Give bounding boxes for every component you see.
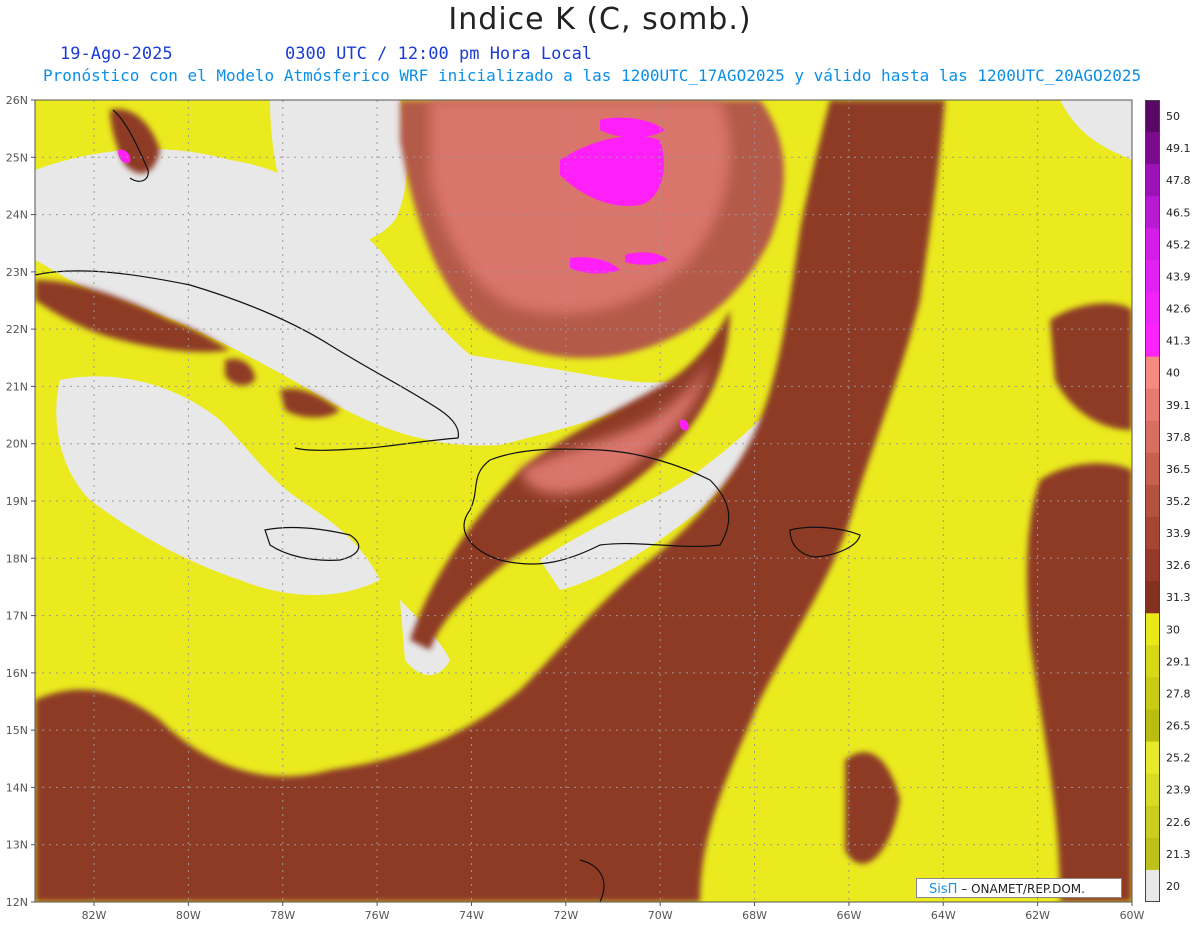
lon-tick-label: 68W xyxy=(742,909,767,922)
colorbar-swatch xyxy=(1145,484,1159,518)
colorbar-swatch xyxy=(1145,869,1159,903)
colorbar-swatch xyxy=(1145,805,1159,839)
map-field xyxy=(35,100,1132,902)
colorbar-swatch xyxy=(1145,677,1159,711)
lon-tick-label: 78W xyxy=(270,909,295,922)
lat-tick-label: 19N xyxy=(6,495,28,508)
credit-box: SisΠ – ONAMET/REP.DOM. xyxy=(916,878,1122,898)
colorbar-swatch xyxy=(1145,645,1159,678)
colorbar-label: 27.8 xyxy=(1166,687,1191,700)
colorbar-swatch xyxy=(1145,388,1159,422)
lon-tick-label: 64W xyxy=(931,909,956,922)
k-index-map: 26N 25N 24N 23N 22N 21N 20N 19N 18N 17N 16N 15N 14N 1… xyxy=(6,94,1145,922)
lon-tick-label: 76W xyxy=(365,909,390,922)
colorbar-label: 32.6 xyxy=(1166,559,1191,572)
colorbar-label: 37.8 xyxy=(1166,431,1191,444)
colorbar-label: 21.3 xyxy=(1166,848,1191,861)
lat-tick-label: 16N xyxy=(6,667,28,680)
colorbar: 50 49.1 47.8 46.5 45.2 43.9 42.6 41.3 40 39.1 37.8… xyxy=(1145,100,1200,903)
lat-tick-label: 23N xyxy=(6,266,28,279)
lon-tick-label: 66W xyxy=(836,909,861,922)
longitude-labels: 82W 80W 78W 76W 74W 72W 70W 68W 66W 64W 62W 60W xyxy=(82,902,1145,922)
colorbar-label: 41.3 xyxy=(1166,335,1191,348)
colorbar-swatch xyxy=(1145,132,1159,165)
colorbar-swatch xyxy=(1145,741,1159,775)
lon-tick-label: 70W xyxy=(648,909,673,922)
colorbar-label: 23.9 xyxy=(1166,784,1191,797)
colorbar-swatch xyxy=(1145,228,1159,261)
colorbar-label: 31.3 xyxy=(1166,591,1191,604)
lon-tick-label: 60W xyxy=(1120,909,1145,922)
colorbar-swatch xyxy=(1145,613,1159,646)
lat-tick-label: 13N xyxy=(6,839,28,852)
colorbar-swatch xyxy=(1145,837,1159,871)
lat-tick-label: 21N xyxy=(6,380,28,393)
colorbar-label: 49.1 xyxy=(1166,142,1191,155)
lat-tick-label: 20N xyxy=(6,438,28,451)
colorbar-swatch xyxy=(1145,260,1159,293)
colorbar-label: 42.6 xyxy=(1166,303,1191,316)
colorbar-swatch xyxy=(1145,100,1159,133)
lon-tick-label: 80W xyxy=(176,909,201,922)
lat-tick-label: 18N xyxy=(6,552,28,565)
colorbar-swatch xyxy=(1145,773,1159,807)
colorbar-label: 25.2 xyxy=(1166,752,1191,765)
colorbar-swatch xyxy=(1145,452,1159,486)
colorbar-label: 35.2 xyxy=(1166,495,1191,508)
lat-tick-label: 24N xyxy=(6,209,28,222)
lon-tick-label: 72W xyxy=(553,909,578,922)
colorbar-label: 26.5 xyxy=(1166,720,1191,733)
colorbar-label: 50 xyxy=(1166,110,1180,123)
colorbar-label: 30 xyxy=(1166,623,1180,636)
colorbar-swatch xyxy=(1145,517,1159,550)
colorbar-svg: 50 49.1 47.8 46.5 45.2 43.9 42.6 41.3 40 39.1 37.8… xyxy=(1145,100,1191,903)
lon-tick-label: 74W xyxy=(459,909,484,922)
colorbar-swatch xyxy=(1145,196,1159,229)
colorbar-label: 22.6 xyxy=(1166,816,1191,829)
colorbar-swatch xyxy=(1145,292,1159,326)
colorbar-label: 40 xyxy=(1166,367,1180,380)
colorbar-swatch xyxy=(1145,324,1159,358)
lat-tick-label: 25N xyxy=(6,151,28,164)
colorbar-label: 46.5 xyxy=(1166,206,1191,219)
colorbar-swatch xyxy=(1145,356,1159,390)
colorbar-label: 36.5 xyxy=(1166,463,1191,476)
lat-tick-label: 12N xyxy=(6,896,28,909)
colorbar-label: 39.1 xyxy=(1166,399,1191,412)
lat-tick-label: 15N xyxy=(6,724,28,737)
colorbar-swatch xyxy=(1145,709,1159,743)
lat-tick-label: 14N xyxy=(6,781,28,794)
colorbar-swatch xyxy=(1145,549,1159,582)
colorbar-label: 29.1 xyxy=(1166,655,1191,668)
latitude-labels: 26N 25N 24N 23N 22N 21N 20N 19N 18N 17N 16N 15N 14N 1… xyxy=(6,94,35,909)
colorbar-label: 43.9 xyxy=(1166,270,1191,283)
credit-brand: SisΠ xyxy=(929,882,958,897)
lat-tick-label: 17N xyxy=(6,610,28,623)
credit-org: – ONAMET/REP.DOM. xyxy=(961,882,1085,896)
colorbar-label: 33.9 xyxy=(1166,527,1191,540)
lat-tick-label: 26N xyxy=(6,94,28,107)
colorbar-swatch xyxy=(1145,164,1159,197)
colorbar-swatch xyxy=(1145,420,1159,454)
colorbar-label: 45.2 xyxy=(1166,238,1191,251)
lon-tick-label: 62W xyxy=(1025,909,1050,922)
map-container: 26N 25N 24N 23N 22N 21N 20N 19N 18N 17N 16N 15N 14N 1… xyxy=(0,0,1145,931)
colorbar-swatch xyxy=(1145,581,1159,614)
colorbar-label: 47.8 xyxy=(1166,174,1191,187)
colorbar-label: 20 xyxy=(1166,880,1180,893)
lon-tick-label: 82W xyxy=(82,909,107,922)
lat-tick-label: 22N xyxy=(6,323,28,336)
